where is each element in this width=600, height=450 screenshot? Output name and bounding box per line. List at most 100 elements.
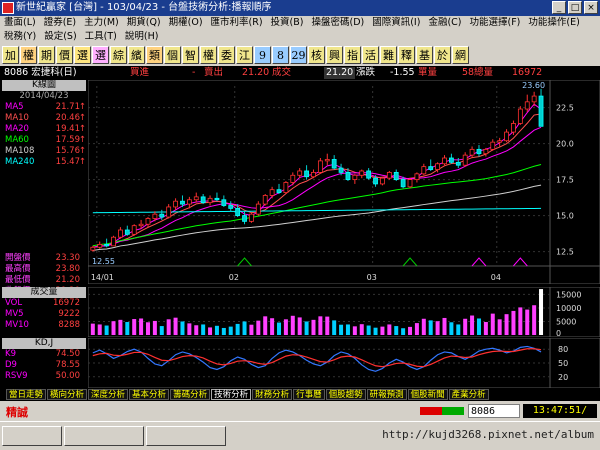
menu-bar-secondary: 稅務(Y) 設定(S) 工具(T) 說明(H) [0, 30, 600, 44]
volume-bar [525, 309, 530, 335]
volume-bar [256, 320, 261, 335]
app-icon [2, 2, 14, 14]
analysis-tab[interactable]: 技術分析 [211, 388, 252, 400]
x-tick-label: 14/01 [91, 273, 114, 282]
volume-bar [483, 322, 488, 335]
kdj-chart[interactable]: 20 50 80 [88, 338, 600, 388]
minimize-button[interactable]: _ [552, 1, 566, 14]
indicator-row: MA60 17.59 ↑ [2, 135, 86, 146]
menu-item[interactable]: 功能選擇(F) [465, 16, 524, 30]
volume-bar [132, 319, 137, 335]
toolbar-button[interactable]: 活 [362, 46, 379, 64]
analysis-tab[interactable]: 橫向分析 [47, 388, 88, 400]
candle-body [366, 170, 372, 179]
indicator-row: MA240 15.47 ↑ [2, 157, 86, 168]
toolbar-button[interactable]: 價 [56, 46, 73, 64]
volume-bar [111, 321, 116, 335]
toolbar-button[interactable]: 基 [416, 46, 433, 64]
stock-code-input[interactable]: 8086 [468, 404, 520, 418]
toolbar-button[interactable]: 加 [2, 46, 19, 64]
toolbar-button[interactable]: 江 [236, 46, 253, 64]
up-arrow-icon: ↑ [78, 157, 86, 167]
menu-item[interactable]: 主力(M) [80, 16, 123, 30]
toolbar-button[interactable]: 類 [146, 46, 163, 64]
volume-bar [290, 315, 295, 335]
taskbar-task[interactable] [64, 426, 144, 446]
candle-body [455, 161, 461, 166]
analysis-tab[interactable]: 產業分析 [448, 388, 489, 400]
candle-body [90, 246, 96, 251]
analysis-tab[interactable]: 財務分析 [252, 388, 293, 400]
candlestick-chart[interactable]: 12.5 15.0 17.5 20.0 22.5 14/01 02 03 04 23.60 12.5… [88, 80, 600, 284]
menu-item[interactable]: 期貨(Q) [123, 16, 165, 30]
trade-label: 成交 [272, 67, 292, 78]
analysis-tab[interactable]: 研報預測 [366, 388, 407, 400]
volume-bar [339, 324, 344, 335]
volume-bar [304, 321, 309, 335]
candle-body [228, 205, 234, 209]
menu-item[interactable]: 操盤密碼(D) [307, 16, 368, 30]
toolbar-button[interactable]: 29 [290, 46, 307, 64]
candle-body [221, 199, 227, 206]
menu-item[interactable]: 國際資訊(I) [368, 16, 424, 30]
toolbar-button[interactable]: 釋 [398, 46, 415, 64]
taskbar-task[interactable] [146, 426, 226, 446]
candle-body [359, 170, 365, 176]
toolbar-button[interactable]: 委 [218, 46, 235, 64]
candle-body [407, 179, 413, 188]
analysis-tab[interactable]: 當日走勢 [6, 388, 47, 400]
menu-item[interactable]: 匯市利率(R) [207, 16, 267, 30]
taskbar-task[interactable] [2, 426, 62, 446]
y-tick-label: 5000 [556, 317, 576, 326]
menu-item[interactable]: 功能操作(E) [524, 16, 583, 30]
menu-item[interactable]: 稅務(Y) [0, 30, 40, 44]
y-tick-label: 15.0 [556, 212, 574, 221]
menu-item[interactable]: 工具(T) [81, 30, 121, 44]
volume-chart[interactable]: 0 5000 10000 15000 [88, 287, 600, 337]
candle-body [283, 182, 289, 193]
toolbar-button[interactable]: 選 [74, 46, 91, 64]
toolbar-button[interactable]: 網 [452, 46, 469, 64]
toolbar-button[interactable]: 權 [200, 46, 217, 64]
toolbar-button[interactable]: 8 [272, 46, 289, 64]
toolbar-button[interactable]: 難 [380, 46, 397, 64]
menu-item[interactable]: 設定(S) [40, 30, 80, 44]
menu-item[interactable]: 金融(C) [424, 16, 465, 30]
analysis-tab[interactable]: 籌碼分析 [170, 388, 211, 400]
stock-code-name[interactable]: 8086 宏捷科(日) [4, 67, 77, 79]
toolbar-button[interactable]: 於 [434, 46, 451, 64]
maximize-button[interactable]: □ [568, 1, 582, 14]
candle-body [393, 172, 399, 181]
os-taskbar: http://kujd3268.pixnet.net/album [0, 421, 600, 450]
indicator-value: 21.20 [55, 275, 80, 285]
menu-item[interactable]: 投資(B) [267, 16, 308, 30]
menu-item[interactable]: 畫面(L) [0, 16, 40, 30]
analysis-tab[interactable]: 個股趨勢 [325, 388, 366, 400]
toolbar-button[interactable]: 繽 [128, 46, 145, 64]
analysis-tab[interactable]: 基本分析 [129, 388, 170, 400]
toolbar-button[interactable]: 綜 [110, 46, 127, 64]
candle-body [511, 123, 516, 133]
toolbar-button[interactable]: 指 [344, 46, 361, 64]
toolbar-button[interactable]: 9 [254, 46, 271, 64]
close-button[interactable]: × [584, 1, 598, 14]
toolbar-button[interactable]: 權 [20, 46, 37, 64]
signal-meter-icon [420, 407, 464, 415]
toolbar-button[interactable]: 選 [92, 46, 109, 64]
menu-item[interactable]: 證券(E) [40, 16, 80, 30]
tick-volume-value: 58 [462, 67, 475, 78]
up-arrow-icon: ↑ [78, 124, 86, 134]
analysis-tab[interactable]: 行事曆 [293, 388, 325, 400]
toolbar-button[interactable]: 個 [164, 46, 181, 64]
toolbar-button[interactable]: 核 [308, 46, 325, 64]
trade-value: 21.20 [324, 67, 356, 79]
analysis-tab[interactable]: 個股新聞 [407, 388, 448, 400]
menu-item[interactable]: 說明(H) [121, 30, 163, 44]
toolbar-button[interactable]: 興 [326, 46, 343, 64]
menu-item[interactable]: 期權(O) [165, 16, 207, 30]
toolbar-button[interactable]: 智 [182, 46, 199, 64]
total-volume-value: 16972 [512, 67, 543, 78]
analysis-tab[interactable]: 深度分析 [88, 388, 129, 400]
toolbar-button[interactable]: 期 [38, 46, 55, 64]
volume-bar [297, 317, 302, 335]
